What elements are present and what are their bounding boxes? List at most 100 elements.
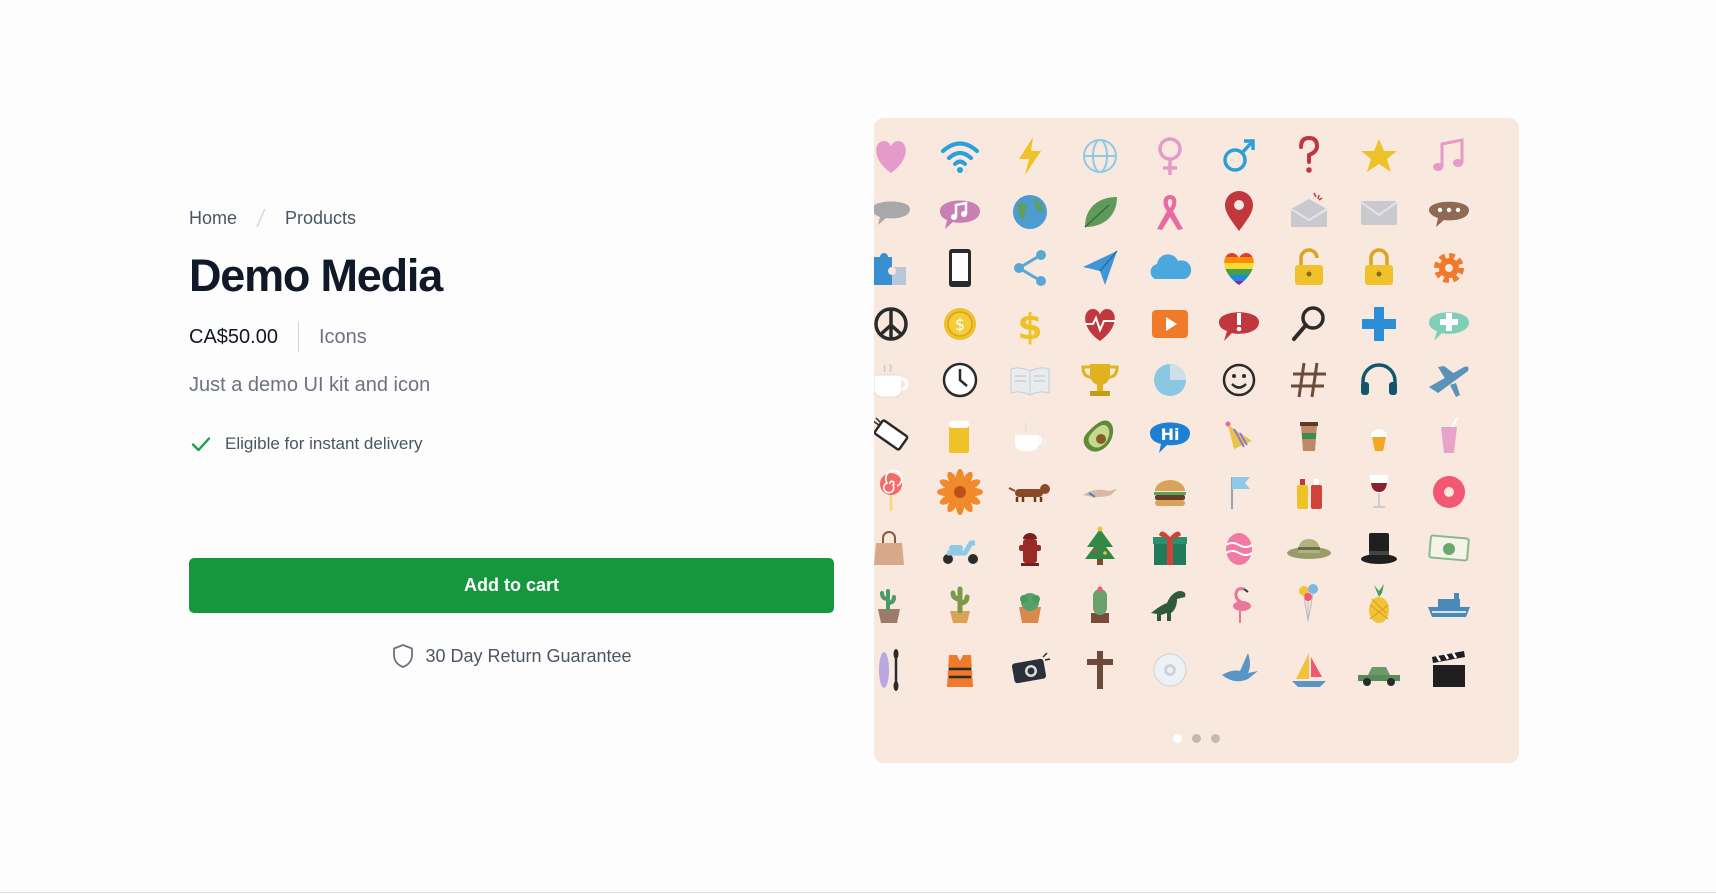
coin-icon: $	[944, 308, 976, 340]
hydrant-icon	[1019, 533, 1041, 566]
music-bubble-icon	[940, 200, 980, 229]
lollipop-icon	[880, 469, 903, 511]
music-note-icon	[1433, 138, 1464, 171]
gear-icon	[1434, 253, 1464, 283]
airplane-icon	[1429, 366, 1469, 397]
tea-cup-icon	[1015, 422, 1047, 451]
star-icon	[1361, 139, 1397, 172]
sailboat-icon	[1292, 653, 1326, 687]
checkmark-icon	[191, 437, 211, 452]
lightning-icon	[1019, 137, 1041, 175]
alert-bubble-icon	[1219, 312, 1259, 341]
cactus-pot-icon	[878, 589, 900, 623]
banknote-icon	[1428, 534, 1470, 562]
heartbeat-icon	[1085, 309, 1115, 341]
product-image-gallery[interactable]: $ $ Hi	[874, 118, 1519, 763]
clapperboard-icon	[1432, 651, 1465, 687]
breadcrumb: Home Products	[189, 206, 834, 230]
dove-icon	[1222, 653, 1258, 682]
pineapple-icon	[1369, 584, 1389, 623]
product-info: Home Products Demo Media CA$50.00 Icons …	[189, 206, 834, 668]
add-to-cart-button[interactable]: Add to cart	[189, 558, 834, 613]
shopping-bag-icon	[874, 531, 904, 565]
shield-icon	[393, 644, 414, 668]
heart-icon	[876, 141, 906, 173]
breadcrumb-separator-icon	[256, 208, 266, 228]
paper-plane-icon	[1083, 250, 1118, 285]
top-hat-icon	[1361, 533, 1397, 564]
delivery-note-text: Eligible for instant delivery	[225, 434, 423, 453]
leaf-icon	[1084, 197, 1117, 228]
return-guarantee-text: 30 Day Return Guarantee	[425, 645, 632, 666]
donut-icon	[1433, 476, 1465, 508]
product-title: Demo Media	[189, 250, 443, 301]
plus-icon	[1362, 307, 1396, 341]
dachshund-icon	[1008, 484, 1050, 502]
avocado-icon	[1083, 420, 1114, 452]
chat-dots-icon	[1429, 201, 1469, 227]
life-vest-icon	[947, 655, 973, 687]
breadcrumb-products-link[interactable]: Products	[285, 208, 356, 229]
rainbow-heart-icon	[1224, 253, 1254, 285]
headphones-icon	[1361, 363, 1397, 395]
female-symbol-icon	[1158, 137, 1182, 175]
christmas-tree-icon	[1085, 526, 1115, 565]
return-guarantee: 30 Day Return Guarantee	[189, 643, 834, 669]
question-mark-icon	[1299, 135, 1320, 173]
price-row: CA$50.00 Icons	[189, 322, 367, 352]
cross-icon	[1087, 651, 1113, 689]
padlock-open-icon	[1295, 248, 1323, 285]
play-button-icon	[1152, 310, 1188, 338]
trophy-icon	[1081, 364, 1119, 396]
open-envelope-icon	[1290, 192, 1328, 227]
kayak-icon	[879, 649, 899, 691]
carousel-dot-2[interactable]	[1192, 734, 1201, 743]
clock-icon	[942, 362, 978, 398]
sun-hat-icon	[1287, 539, 1331, 559]
hi-bubble-icon: Hi	[1150, 422, 1190, 453]
flag-icon	[1231, 477, 1250, 509]
hashtag-icon	[1291, 362, 1326, 398]
milkshake-icon	[1441, 416, 1459, 453]
cloud-icon	[1150, 254, 1192, 279]
peace-icon	[874, 307, 908, 341]
carousel-dot-1[interactable]	[1173, 734, 1182, 743]
succulent-icon	[1019, 593, 1041, 623]
easter-egg-icon	[1225, 533, 1253, 565]
breadcrumb-home-link[interactable]: Home	[189, 208, 237, 229]
tablet-icon	[949, 249, 971, 287]
scooter-icon	[943, 540, 978, 564]
puzzle-icon	[874, 253, 906, 285]
share-icon	[1014, 250, 1046, 286]
wine-glass-icon	[1370, 475, 1388, 508]
product-price: CA$50.00	[189, 325, 278, 348]
magnifier-icon	[1292, 306, 1325, 341]
earth-icon	[1013, 195, 1047, 229]
svg-text:Hi: Hi	[1161, 425, 1180, 444]
car-icon	[1358, 667, 1400, 686]
cactus-icon	[950, 586, 970, 623]
dollar-icon: $	[1017, 307, 1042, 348]
burger-icon	[1154, 480, 1186, 506]
bird-icon	[1083, 489, 1117, 498]
beer-icon	[949, 421, 969, 453]
carousel-dot-3[interactable]	[1211, 734, 1220, 743]
delivery-note: Eligible for instant delivery	[189, 432, 422, 456]
ice-cream-cup-icon	[1371, 429, 1387, 451]
svg-text:$: $	[955, 315, 965, 334]
divider	[297, 322, 299, 352]
male-symbol-icon	[1223, 139, 1255, 172]
envelope-icon	[1360, 201, 1398, 225]
carousel-dots	[874, 734, 1519, 743]
footer-divider	[0, 892, 1716, 893]
condiments-icon	[1297, 479, 1322, 509]
dinosaur-icon	[1151, 591, 1186, 621]
coffee-to-go-icon	[1300, 422, 1318, 451]
book-icon	[1010, 367, 1050, 396]
coffee-cup-icon	[874, 363, 909, 398]
speech-bubble-icon	[874, 201, 910, 225]
plus-bubble-icon	[1429, 312, 1469, 341]
svg-text:$: $	[1017, 307, 1042, 348]
phone-icon	[874, 417, 909, 451]
gift-icon	[1153, 531, 1187, 565]
